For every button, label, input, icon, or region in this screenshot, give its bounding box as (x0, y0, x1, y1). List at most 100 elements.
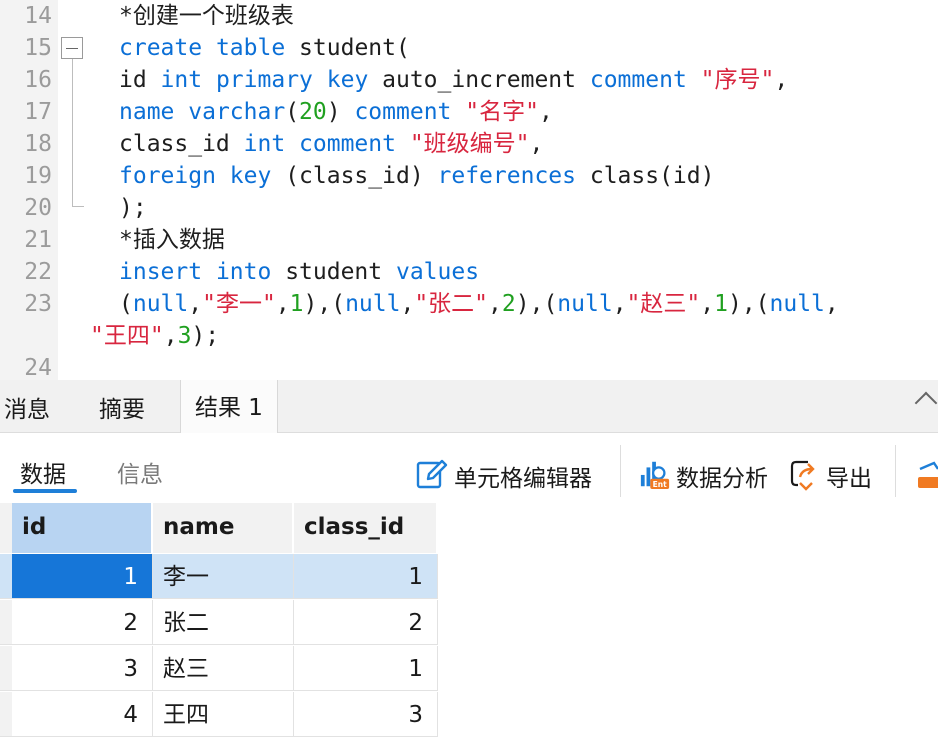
export-button[interactable]: 导出 (826, 459, 872, 493)
identifier: student( (285, 35, 410, 61)
line-number: 22 (24, 259, 52, 285)
punctuation: ); (191, 323, 220, 349)
cell-class-id[interactable]: 1 (294, 554, 438, 599)
comment-text: *创建一个班级表 (119, 3, 294, 29)
line-number: 17 (24, 99, 52, 125)
keyword: values (395, 259, 480, 285)
row-marker[interactable] (0, 646, 12, 691)
line-number: 21 (24, 227, 52, 253)
punctuation: ( (285, 99, 300, 125)
fold-toggle-icon[interactable] (61, 37, 83, 59)
cell-class-id[interactable]: 3 (294, 692, 438, 737)
punctuation: , (275, 291, 290, 317)
string-literal: "名字" (465, 99, 539, 125)
cell-id[interactable]: 2 (12, 600, 153, 645)
number-literal: 2 (501, 291, 516, 317)
keyword: references (437, 163, 576, 189)
punctuation: ); (119, 195, 147, 221)
column-header-name[interactable]: name (153, 503, 294, 553)
string-literal: "班级编号" (409, 131, 530, 157)
punctuation: ),( (727, 291, 770, 317)
punctuation: ),( (515, 291, 558, 317)
line-number: 20 (24, 195, 52, 221)
data-analysis-button[interactable]: 数据分析 (676, 459, 768, 493)
column-header-id[interactable]: id (12, 503, 153, 553)
keyword: null (132, 291, 189, 317)
cell-name[interactable]: 赵三 (153, 646, 294, 691)
string-literal: "张二" (414, 291, 489, 317)
keyword: comment (589, 67, 687, 93)
keyword: create (119, 35, 203, 61)
row-marker[interactable] (0, 600, 12, 645)
column-header-class-id[interactable]: class_id (294, 503, 438, 553)
string-literal: "王四" (90, 323, 164, 349)
tab-result-1[interactable]: 结果 1 (180, 380, 278, 433)
identifier: class(id) (576, 163, 715, 189)
tab-summary[interactable]: 摘要 (99, 380, 145, 432)
line-number: 14 (24, 3, 52, 29)
cell-id[interactable]: 1 (12, 554, 153, 599)
line-number: 24 (24, 355, 52, 380)
row-marker[interactable] (0, 692, 12, 737)
code-line-23-wrap: "王四",3); (90, 320, 219, 352)
edit-icon[interactable] (416, 457, 448, 491)
overflow-tool-icon[interactable] (914, 457, 938, 491)
export-icon[interactable] (788, 457, 820, 491)
punctuation: , (529, 131, 544, 157)
identifier: id (119, 67, 161, 93)
svg-text:Ent: Ent (653, 480, 667, 489)
cell-name[interactable]: 张二 (153, 600, 294, 645)
collapse-chevron-icon[interactable] (914, 391, 938, 415)
code-line-19: foreign key (class_id) references class(… (119, 160, 714, 192)
tab-messages[interactable]: 消息 (4, 380, 50, 432)
sql-editor[interactable]: 14 15 16 17 18 19 20 21 22 23 24 *创建一个班级… (0, 0, 938, 380)
number-literal: 3 (177, 323, 192, 349)
punctuation: , (488, 291, 502, 317)
keyword: foreign (119, 163, 216, 189)
punctuation: , (612, 291, 627, 317)
keyword: int (243, 131, 286, 157)
punctuation: , (700, 291, 715, 317)
punctuation: ( (119, 291, 133, 317)
keyword: primary (215, 67, 313, 93)
row-marker[interactable] (0, 554, 12, 599)
code-line-18: class_id int comment "班级编号", (119, 128, 543, 160)
result-grid[interactable]: id name class_id 1 李一 1 2 张二 2 3 赵三 1 4 … (0, 503, 938, 752)
keyword: insert (119, 259, 203, 285)
punctuation: , (163, 323, 178, 349)
subtab-info[interactable]: 信息 (117, 455, 163, 489)
punctuation: ),( (303, 291, 346, 317)
active-subtab-indicator (13, 489, 77, 493)
keyword: comment (299, 131, 396, 157)
subtab-data[interactable]: 数据 (20, 455, 66, 489)
number-literal: 1 (289, 291, 304, 317)
keyword: table (215, 35, 286, 61)
keyword: comment (354, 99, 452, 125)
punctuation: , (400, 291, 415, 317)
keyword: int (160, 67, 203, 93)
data-analysis-icon[interactable]: Ent (639, 457, 671, 491)
fold-guide (72, 59, 73, 207)
cell-id[interactable]: 3 (12, 646, 153, 691)
cell-class-id[interactable]: 1 (294, 646, 438, 691)
identifier: auto_increment (368, 67, 590, 93)
cell-editor-button[interactable]: 单元格编辑器 (454, 459, 592, 493)
cell-id[interactable]: 4 (12, 692, 153, 737)
cell-name[interactable]: 王四 (153, 692, 294, 737)
code-line-20: ); (119, 192, 147, 224)
code-line-22: insert into student values (119, 256, 479, 288)
string-literal: "李一" (202, 291, 276, 317)
cell-class-id[interactable]: 2 (294, 600, 438, 645)
keyword: key (326, 67, 369, 93)
keyword: into (215, 259, 272, 285)
punctuation: ) (326, 99, 355, 125)
line-number: 18 (24, 131, 52, 157)
punctuation: , (824, 291, 839, 317)
keyword: null (345, 291, 401, 317)
cell-name[interactable]: 李一 (153, 554, 294, 599)
punctuation: , (188, 291, 203, 317)
result-tab-bar: 消息 摘要 结果 1 (0, 380, 938, 433)
string-literal: "赵三" (626, 291, 701, 317)
grid-corner (0, 503, 12, 553)
line-number: 15 (24, 35, 52, 61)
